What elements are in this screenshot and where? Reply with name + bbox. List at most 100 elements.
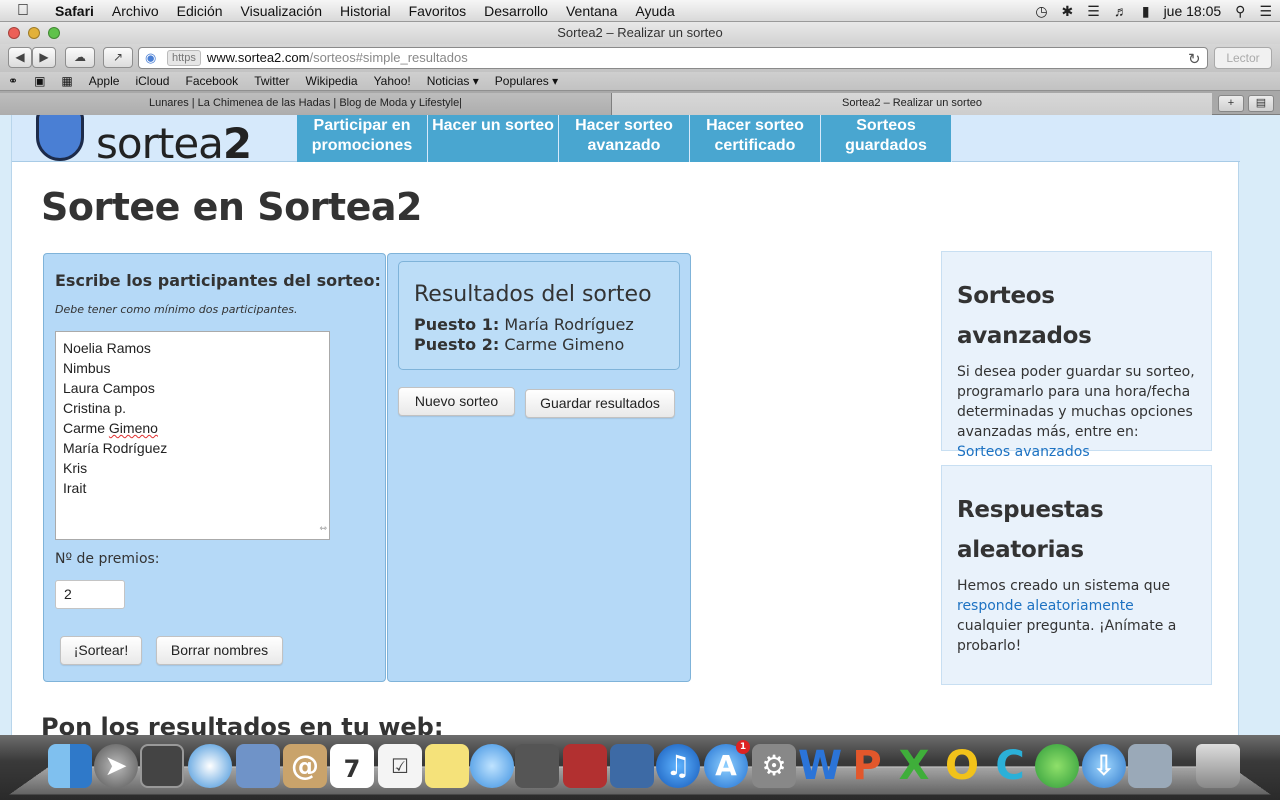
- bookmark-noticias[interactable]: Noticias ▾: [419, 74, 487, 88]
- new-draw-button[interactable]: Nuevo sorteo: [398, 387, 515, 416]
- menu-visualizacion[interactable]: Visualización: [232, 3, 331, 19]
- volume-icon[interactable]: ♬: [1114, 3, 1128, 19]
- logo-text-number: 2: [222, 119, 252, 168]
- reading-list-icon[interactable]: ⚭: [0, 74, 26, 88]
- apple-menu-icon[interactable]: : [0, 2, 46, 20]
- menu-favoritos[interactable]: Favoritos: [400, 3, 476, 19]
- messenger-icon[interactable]: [1035, 744, 1079, 788]
- notification-center-icon[interactable]: ☰: [1259, 3, 1272, 20]
- close-window-button[interactable]: [8, 27, 20, 39]
- result-place-1: Puesto 1: María Rodríguez: [414, 315, 679, 335]
- new-tab-button[interactable]: +: [1218, 95, 1244, 112]
- photo-booth-icon[interactable]: [140, 744, 184, 788]
- excel-icon[interactable]: X: [892, 744, 936, 788]
- share-icon[interactable]: ↗: [103, 47, 133, 68]
- zoom-window-button[interactable]: [48, 27, 60, 39]
- outlook-icon[interactable]: O: [940, 744, 984, 788]
- bookmarks-book-icon[interactable]: ▣: [26, 74, 53, 88]
- save-results-button[interactable]: Guardar resultados: [525, 389, 675, 418]
- resize-handle-icon[interactable]: ⇿: [319, 518, 327, 538]
- nav-sorteos-guardados[interactable]: Sorteos guardados: [821, 115, 952, 162]
- nav-participar-promociones[interactable]: Participar en promociones: [297, 115, 428, 162]
- main-nav: Participar en promociones Hacer un sorte…: [297, 115, 952, 162]
- web-page: sortea2 Participar en promociones Hacer …: [0, 115, 1280, 735]
- messages-icon[interactable]: [470, 744, 514, 788]
- random-answers-text-before: Hemos creado un sistema que: [957, 578, 1171, 594]
- contacts-icon[interactable]: @: [283, 744, 327, 788]
- participants-heading: Escribe los participantes del sorteo:: [55, 271, 381, 290]
- forward-button[interactable]: ▶: [32, 47, 56, 68]
- itunes-icon[interactable]: ♫: [656, 744, 700, 788]
- tab-sortea2[interactable]: Sortea2 – Realizar un sorteo: [612, 93, 1212, 115]
- bookmark-wikipedia[interactable]: Wikipedia: [298, 74, 366, 88]
- random-answers-title: Respuestas aleatorias: [957, 497, 1104, 563]
- menu-app-safari[interactable]: Safari: [46, 3, 103, 19]
- spotlight-search-icon[interactable]: ⚲: [1235, 3, 1245, 20]
- safari-icon[interactable]: [188, 744, 232, 788]
- logo-text: sortea: [96, 119, 224, 168]
- menu-ventana[interactable]: Ventana: [557, 3, 626, 19]
- word-icon[interactable]: W: [798, 744, 842, 788]
- spellcheck-word: Gimeno: [108, 420, 158, 436]
- bookmark-facebook[interactable]: Facebook: [177, 74, 246, 88]
- site-logo[interactable]: sortea2: [96, 119, 252, 168]
- reminders-icon[interactable]: ☑: [378, 744, 422, 788]
- advanced-draws-title: Sorteos avanzados: [957, 283, 1092, 349]
- notes-icon[interactable]: [425, 744, 469, 788]
- facetime-icon[interactable]: [515, 744, 559, 788]
- nav-hacer-sorteo[interactable]: Hacer un sorteo: [428, 115, 559, 162]
- clock[interactable]: jue 18:05: [1164, 3, 1222, 19]
- tab-overview-icon[interactable]: ▤: [1248, 95, 1274, 112]
- random-answers-link[interactable]: responde aleatoriamente: [957, 598, 1134, 614]
- bookmark-apple[interactable]: Apple: [81, 74, 128, 88]
- menu-historial[interactable]: Historial: [331, 3, 400, 19]
- menu-desarrollo[interactable]: Desarrollo: [475, 3, 557, 19]
- prizes-input[interactable]: 2: [55, 580, 125, 609]
- dock: ➤ @ 7 ☑ ♫ A1 ⚙ W P X O C ⇩: [0, 735, 1280, 800]
- menu-ayuda[interactable]: Ayuda: [626, 3, 683, 19]
- clear-names-button[interactable]: Borrar nombres: [156, 636, 283, 665]
- battery-icon[interactable]: ▮: [1142, 3, 1150, 20]
- url-path: /sorteos#simple_resultados: [309, 50, 468, 65]
- trash-icon[interactable]: [1196, 744, 1240, 788]
- advanced-draws-link[interactable]: Sorteos avanzados: [957, 444, 1090, 460]
- mail-icon[interactable]: [236, 744, 280, 788]
- bookmark-twitter[interactable]: Twitter: [246, 74, 297, 88]
- time-machine-icon[interactable]: ◷: [1035, 3, 1047, 20]
- bookmark-icloud[interactable]: iCloud: [127, 74, 177, 88]
- top-sites-icon[interactable]: ▦: [53, 74, 80, 88]
- launchpad-icon[interactable]: ➤: [94, 744, 138, 788]
- window-title: Sortea2 – Realizar un sorteo: [557, 25, 723, 40]
- tab-lunares[interactable]: Lunares | La Chimenea de las Hadas | Blo…: [0, 93, 612, 115]
- bookmark-yahoo[interactable]: Yahoo!: [366, 74, 419, 88]
- app-store-icon[interactable]: A1: [704, 740, 750, 788]
- participant-line: Irait: [63, 480, 87, 496]
- network-icon[interactable]: [1128, 744, 1172, 788]
- menu-edicion[interactable]: Edición: [168, 3, 232, 19]
- random-answers-text-after: cualquier pregunta. ¡Anímate a probarlo!: [957, 618, 1177, 654]
- finder-icon[interactable]: [48, 744, 92, 788]
- tab-bar: Lunares | La Chimenea de las Hadas | Blo…: [0, 91, 1280, 115]
- nav-sorteo-avanzado[interactable]: Hacer sorteo avanzado: [559, 115, 690, 162]
- photo-icon[interactable]: [563, 744, 607, 788]
- menu-archivo[interactable]: Archivo: [103, 3, 168, 19]
- icloud-tabs-icon[interactable]: ☁: [65, 47, 95, 68]
- downloads-icon[interactable]: ⇩: [1082, 744, 1126, 788]
- iphoto-icon[interactable]: [610, 744, 654, 788]
- participants-textarea[interactable]: Noelia Ramos Nimbus Laura Campos Cristin…: [55, 331, 330, 540]
- reload-icon[interactable]: ↻: [1188, 50, 1201, 68]
- bluetooth-icon[interactable]: ✱: [1062, 3, 1074, 20]
- powerpoint-icon[interactable]: P: [845, 744, 889, 788]
- sortea2-logo-mark[interactable]: [36, 115, 84, 161]
- bookmark-populares[interactable]: Populares ▾: [487, 74, 566, 88]
- nav-sorteo-certificado[interactable]: Hacer sorteo certificado: [690, 115, 821, 162]
- address-bar[interactable]: ◉ https www.sortea2.com/sorteos#simple_re…: [138, 47, 1208, 69]
- system-preferences-icon[interactable]: ⚙: [752, 744, 796, 788]
- reader-button[interactable]: Lector: [1214, 47, 1272, 69]
- back-button[interactable]: ◀: [8, 47, 32, 68]
- minimize-window-button[interactable]: [28, 27, 40, 39]
- wifi-icon[interactable]: ☰: [1087, 3, 1100, 20]
- communicator-icon[interactable]: C: [988, 744, 1032, 788]
- calendar-icon[interactable]: 7: [330, 744, 374, 788]
- draw-button[interactable]: ¡Sortear!: [60, 636, 142, 665]
